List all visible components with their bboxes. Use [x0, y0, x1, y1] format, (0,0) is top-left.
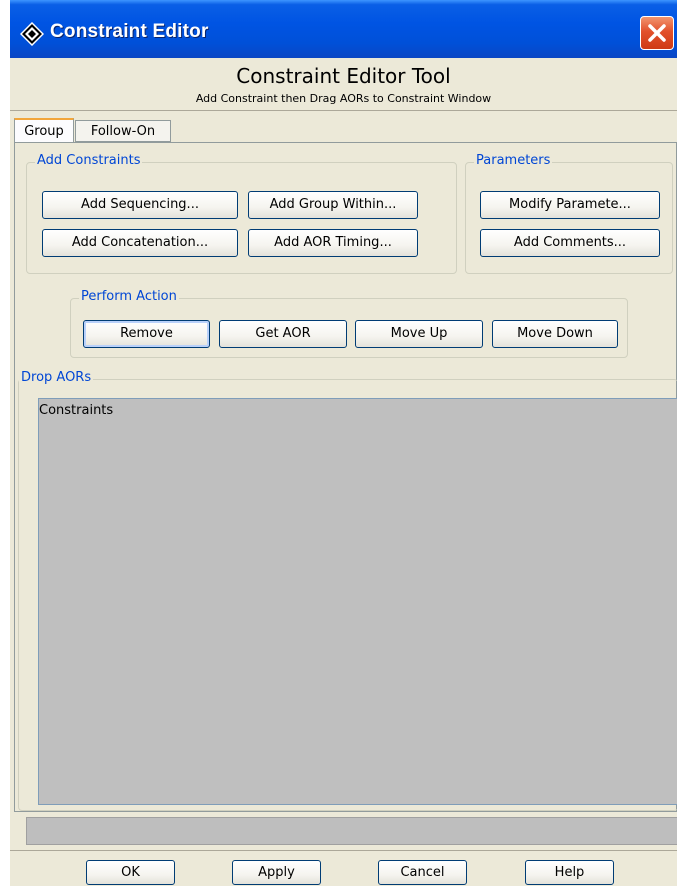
footer-separator	[10, 850, 677, 851]
constraints-drop-list[interactable]: Constraints	[38, 398, 677, 805]
tab-group[interactable]: Group	[14, 118, 74, 142]
constraints-tree-root[interactable]: Constraints	[39, 403, 113, 418]
window-title: Constraint Editor	[50, 21, 209, 42]
tool-subtitle: Add Constraint then Drag AORs to Constra…	[195, 92, 492, 105]
help-button[interactable]: Help	[525, 860, 614, 885]
header-separator	[10, 110, 677, 111]
add-constraints-group: Add Constraints Add Sequencing... Add Gr…	[26, 153, 457, 274]
move-down-button[interactable]: Move Down	[492, 320, 618, 348]
perform-action-group: Perform Action Remove Get AOR Move Up Mo…	[70, 289, 628, 358]
drop-aors-label: Drop AORs	[19, 370, 94, 385]
apply-button[interactable]: Apply	[232, 860, 321, 885]
header-panel: Constraint Editor Tool Add Constraint th…	[10, 58, 677, 110]
tool-title: Constraint Editor Tool	[236, 64, 451, 88]
add-concatenation-button[interactable]: Add Concatenation...	[42, 229, 238, 257]
parameters-group: Parameters Modify Paramete... Add Commen…	[465, 153, 673, 274]
cancel-button[interactable]: Cancel	[378, 860, 467, 885]
app-diamond-icon	[19, 21, 45, 47]
add-sequencing-button[interactable]: Add Sequencing...	[42, 191, 238, 219]
title-bar[interactable]: Constraint Editor	[10, 0, 677, 58]
close-button[interactable]	[640, 16, 674, 50]
move-up-button[interactable]: Move Up	[355, 320, 483, 348]
add-constraints-label: Add Constraints	[35, 153, 143, 168]
parameters-label: Parameters	[474, 153, 553, 168]
tab-follow-on[interactable]: Follow-On	[75, 120, 171, 142]
constraint-editor-window: Constraint Editor Constraint Editor Tool…	[10, 0, 677, 886]
status-bar	[26, 817, 677, 845]
ok-button[interactable]: OK	[86, 860, 175, 885]
perform-action-label: Perform Action	[79, 289, 179, 304]
modify-parameters-button[interactable]: Modify Paramete...	[480, 191, 660, 219]
add-aor-timing-button[interactable]: Add AOR Timing...	[248, 229, 418, 257]
remove-button[interactable]: Remove	[83, 320, 210, 348]
add-group-within-button[interactable]: Add Group Within...	[248, 191, 418, 219]
get-aor-button[interactable]: Get AOR	[219, 320, 347, 348]
add-comments-button[interactable]: Add Comments...	[480, 229, 660, 257]
